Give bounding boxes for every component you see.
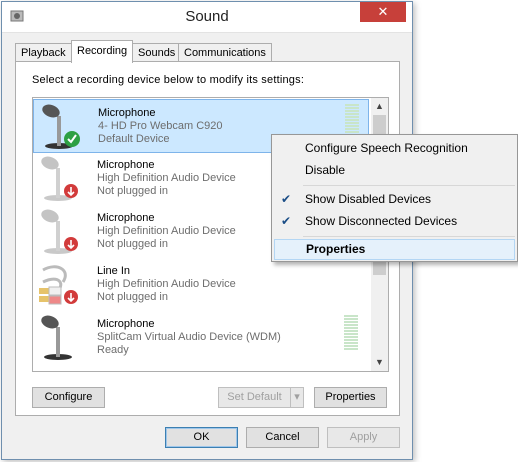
tab-recording[interactable]: Recording <box>71 40 134 63</box>
cancel-button[interactable]: Cancel <box>246 427 319 448</box>
set-default-dropdown-arrow-icon[interactable]: ▾ <box>290 387 304 408</box>
device-name: Line In <box>97 265 131 277</box>
instruction-text: Select a recording device below to modif… <box>32 74 305 86</box>
level-meter <box>344 315 358 351</box>
configure-button[interactable]: Configure <box>32 387 105 408</box>
properties-button[interactable]: Properties <box>314 387 387 408</box>
microphone-icon <box>42 104 80 149</box>
apply-button[interactable]: Apply <box>327 427 400 448</box>
title-bar[interactable]: Sound ✕ <box>2 2 412 33</box>
device-detail: High Definition Audio Device <box>97 225 236 237</box>
device-detail: High Definition Audio Device <box>97 278 236 290</box>
microphone-icon <box>41 209 78 254</box>
tab-playback[interactable]: Playback <box>15 43 72 62</box>
device-status: Ready <box>97 344 129 356</box>
device-name: Microphone <box>97 318 155 330</box>
device-status: Not plugged in <box>97 238 168 250</box>
ok-button[interactable]: OK <box>165 427 238 448</box>
menu-item-show-disabled[interactable]: ✔ Show Disabled Devices <box>274 189 515 210</box>
device-detail: High Definition Audio Device <box>97 172 236 184</box>
device-status: Default Device <box>98 133 170 145</box>
checkmark-icon: ✔ <box>281 192 292 206</box>
device-detail: SplitCam Virtual Audio Device (WDM) <box>97 331 281 343</box>
menu-item-properties[interactable]: Properties <box>274 239 515 260</box>
close-button[interactable]: ✕ <box>360 2 406 22</box>
menu-separator <box>303 236 515 237</box>
tab-sounds[interactable]: Sounds <box>132 43 182 62</box>
menu-separator <box>303 185 515 186</box>
device-name: Microphone <box>97 212 155 224</box>
menu-item-label: Show Disconnected Devices <box>305 214 458 228</box>
menu-item-show-disconnected[interactable]: ✔ Show Disconnected Devices <box>274 211 515 232</box>
tab-communications[interactable]: Communications <box>178 43 272 62</box>
menu-item-disable[interactable]: Disable <box>274 160 515 181</box>
device-status: Not plugged in <box>97 291 168 303</box>
line-in-cable-icon <box>39 265 78 305</box>
microphone-icon <box>41 156 78 201</box>
menu-item-configure-speech[interactable]: Configure Speech Recognition <box>274 138 515 159</box>
menu-item-label: Properties <box>306 242 366 256</box>
context-menu: Configure Speech Recognition Disable ✔ S… <box>271 134 518 262</box>
device-name: Microphone <box>98 107 156 119</box>
checkmark-icon: ✔ <box>281 214 292 228</box>
menu-item-label: Show Disabled Devices <box>305 192 432 206</box>
menu-item-label: Configure Speech Recognition <box>305 141 468 155</box>
device-row[interactable]: Microphone SplitCam Virtual Audio Device… <box>33 311 369 363</box>
set-default-button[interactable]: Set Default <box>218 387 291 408</box>
microphone-icon <box>41 315 72 360</box>
window-title: Sound <box>185 8 229 25</box>
device-name: Microphone <box>97 159 155 171</box>
device-row[interactable]: Line In High Definition Audio Device Not… <box>33 258 369 310</box>
scroll-up-arrow-icon[interactable]: ▲ <box>371 98 388 115</box>
scroll-down-arrow-icon[interactable]: ▼ <box>371 354 388 371</box>
menu-item-label: Disable <box>305 163 346 177</box>
device-detail: 4- HD Pro Webcam C920 <box>98 120 223 132</box>
device-status: Not plugged in <box>97 185 168 197</box>
